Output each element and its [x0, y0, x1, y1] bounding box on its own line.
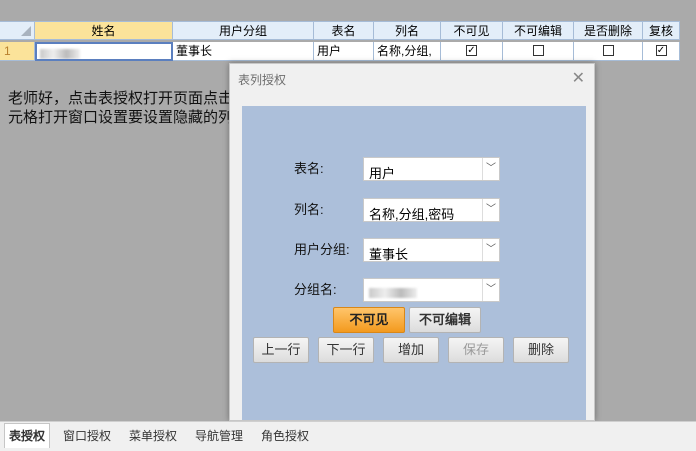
invisible-toggle-button[interactable]: 不可见	[333, 307, 405, 333]
chevron-down-icon[interactable]: ﹀	[482, 279, 499, 301]
chevron-down-icon[interactable]: ﹀	[482, 199, 499, 221]
not-editable-checkbox[interactable]	[532, 45, 544, 57]
deleted-checkbox[interactable]	[602, 45, 614, 57]
column-header-table[interactable]: 表名	[314, 21, 374, 40]
group-select[interactable]: 董事长 ﹀	[363, 238, 500, 262]
add-button[interactable]: 增加	[383, 337, 439, 363]
select-all-icon	[21, 26, 31, 36]
chevron-down-icon[interactable]: ﹀	[482, 239, 499, 261]
group-select-value: 董事长	[369, 247, 409, 262]
grid-header: 姓名 用户分组 表名 列名 不可见 不可编辑 是否删除 复核	[0, 21, 680, 41]
column-header-group[interactable]: 用户分组	[173, 21, 314, 40]
tab-menu-auth[interactable]: 菜单授权	[125, 424, 181, 448]
chevron-down-icon[interactable]: ﹀	[482, 158, 499, 180]
instruction-text: 老师好，点击表授权打开页面点击单元格打开窗口设置要设置隐藏的列。	[8, 90, 249, 126]
group-label: 用户分组:	[294, 242, 350, 257]
invisible-checkbox[interactable]: ✓	[466, 45, 477, 57]
table-row[interactable]: 1 董事长 用户 名称,分组, ✓ ✓	[0, 42, 680, 62]
column-select[interactable]: 名称,分组,密码 ﹀	[363, 198, 500, 222]
groupname-label: 分组名:	[294, 282, 337, 297]
groupname-select[interactable]: ﹀	[363, 278, 500, 302]
tab-role-auth[interactable]: 角色授权	[257, 424, 313, 448]
review-cell[interactable]: ✓	[643, 42, 680, 61]
column-header-not-editable[interactable]: 不可编辑	[503, 21, 574, 40]
dialog-title: 表列授权	[238, 73, 287, 87]
close-icon[interactable]: ✕	[572, 68, 585, 88]
column-header-name[interactable]: 姓名	[35, 21, 173, 40]
deleted-cell[interactable]	[574, 42, 643, 61]
column-select-value: 名称,分组,密码	[369, 207, 455, 222]
tab-window-auth[interactable]: 窗口授权	[59, 424, 115, 448]
name-cell[interactable]	[35, 42, 173, 61]
not-editable-toggle-button[interactable]: 不可编辑	[409, 307, 481, 333]
table-label: 表名:	[294, 161, 324, 176]
group-cell[interactable]: 董事长	[173, 42, 314, 61]
column-header-columns[interactable]: 列名	[374, 21, 441, 40]
grid-corner[interactable]	[0, 21, 35, 40]
tab-table-auth[interactable]: 表授权	[4, 423, 51, 448]
table-column-auth-dialog: 表列授权 ✕ 表名: 用户 ﹀ 列名: 名称,分组,密码 ﹀ 用户分组: 董事长…	[229, 63, 595, 421]
next-row-button[interactable]: 下一行	[318, 337, 374, 363]
invisible-cell[interactable]: ✓	[441, 42, 503, 61]
groupname-redacted	[369, 284, 417, 299]
prev-row-button[interactable]: 上一行	[253, 337, 309, 363]
column-label: 列名:	[294, 202, 324, 217]
row-number[interactable]: 1	[0, 42, 35, 61]
table-select-value: 用户	[369, 166, 396, 181]
save-button[interactable]: 保存	[448, 337, 504, 363]
columns-cell[interactable]: 名称,分组,	[374, 42, 441, 61]
review-checkbox[interactable]: ✓	[655, 45, 667, 57]
delete-button[interactable]: 删除	[513, 337, 569, 363]
tab-bar: 表授权 窗口授权 菜单授权 导航管理 角色授权	[0, 421, 696, 451]
column-header-review[interactable]: 复核	[643, 21, 680, 40]
table-cell[interactable]: 用户	[314, 42, 374, 61]
table-select[interactable]: 用户 ﹀	[363, 157, 500, 181]
tab-nav-management[interactable]: 导航管理	[191, 424, 247, 448]
dialog-panel: 表名: 用户 ﹀ 列名: 名称,分组,密码 ﹀ 用户分组: 董事长 ﹀ 分组名:…	[242, 106, 586, 420]
authorization-grid: 姓名 用户分组 表名 列名 不可见 不可编辑 是否删除 复核 1 董事长 用户 …	[0, 0, 696, 62]
redacted-name	[40, 48, 80, 59]
column-header-deleted[interactable]: 是否删除	[574, 21, 643, 40]
column-header-invisible[interactable]: 不可见	[441, 21, 503, 40]
not-editable-cell[interactable]	[503, 42, 574, 61]
